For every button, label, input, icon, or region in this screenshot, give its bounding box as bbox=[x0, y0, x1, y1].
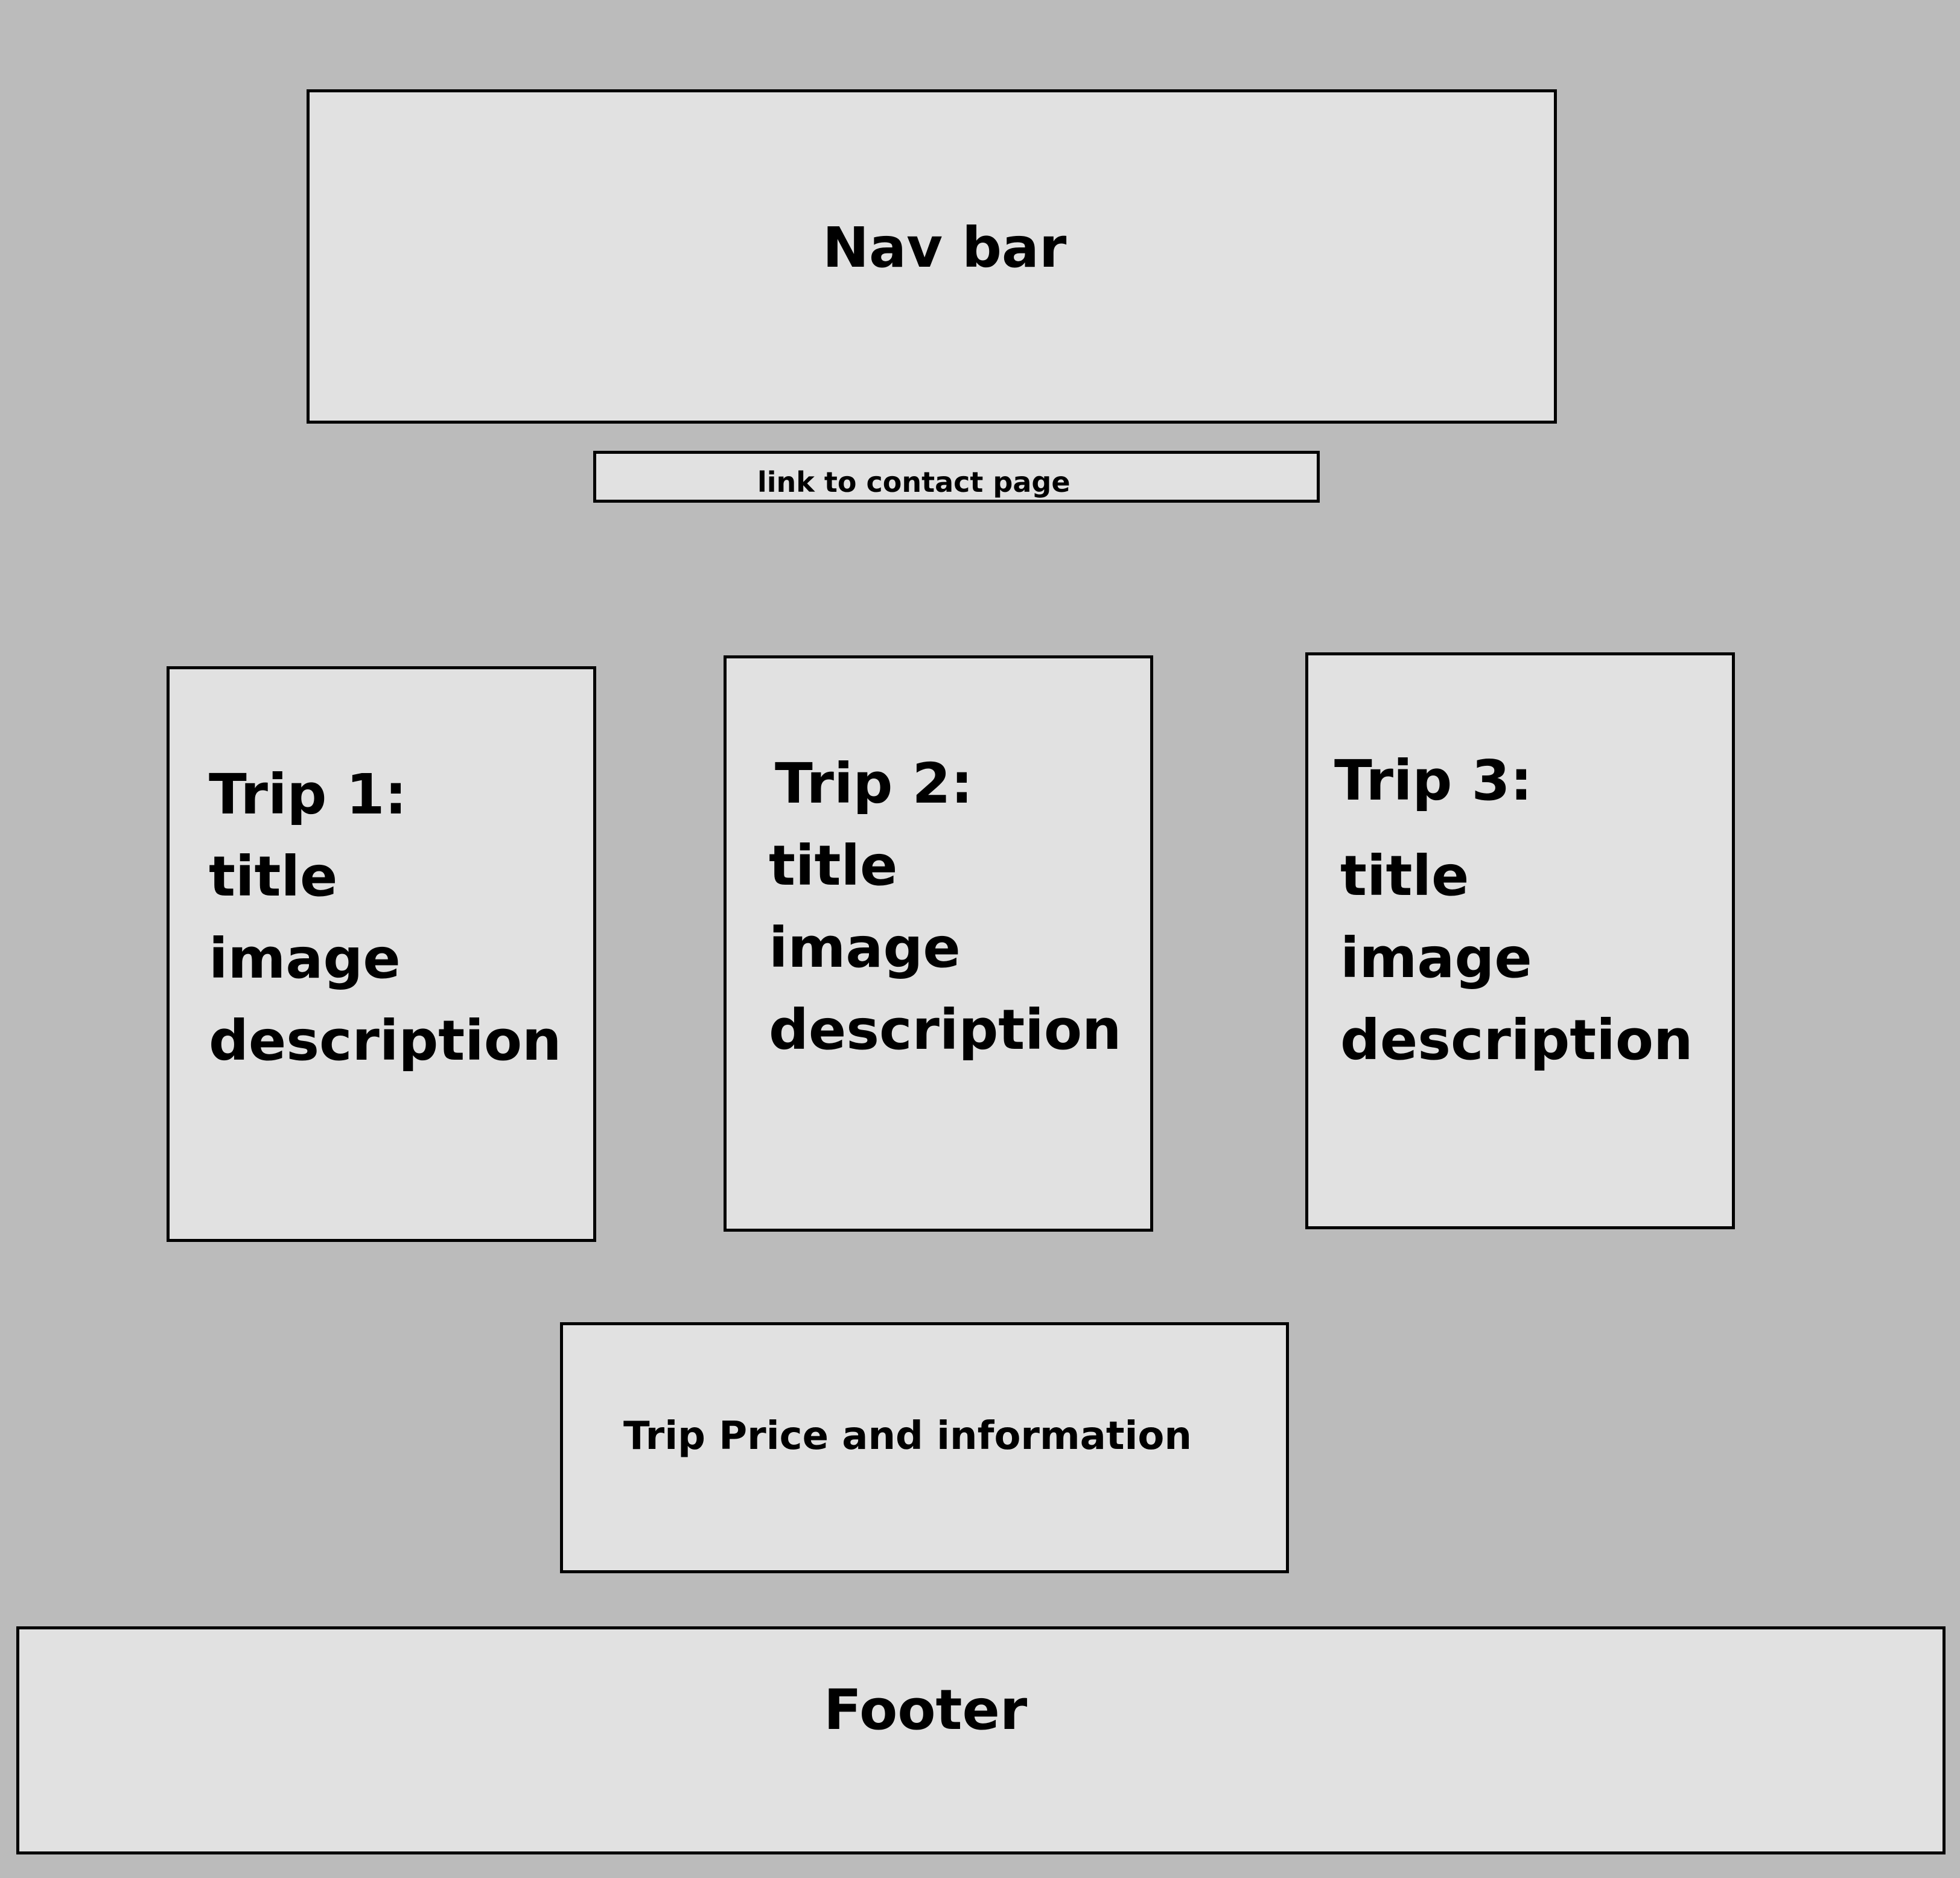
trip-card-1: Trip 1: title image description bbox=[167, 666, 596, 1242]
trip-2-description: description bbox=[769, 998, 1122, 1062]
footer-box: Footer bbox=[16, 1626, 1946, 1854]
trip-1-heading: Trip 1: bbox=[209, 762, 407, 827]
trip-1-image: image bbox=[209, 926, 401, 991]
trip-3-description: description bbox=[1340, 1008, 1693, 1072]
trip-2-image: image bbox=[769, 915, 961, 980]
trip-3-heading: Trip 3: bbox=[1334, 748, 1533, 813]
trip-1-title: title bbox=[209, 844, 338, 909]
contact-link-box[interactable]: link to contact page bbox=[593, 451, 1320, 503]
trip-price-label: Trip Price and information bbox=[623, 1414, 1192, 1459]
nav-bar-label: Nav bar bbox=[822, 215, 1067, 280]
trip-1-description: description bbox=[209, 1008, 562, 1073]
footer-label: Footer bbox=[824, 1678, 1028, 1742]
trip-2-title: title bbox=[769, 833, 898, 898]
trip-card-1-text: Trip 1: title image description bbox=[209, 754, 562, 1082]
trip-card-2: Trip 2: title image description bbox=[724, 655, 1153, 1232]
trip-2-heading: Trip 2: bbox=[775, 751, 973, 816]
trip-price-box: Trip Price and information bbox=[560, 1322, 1289, 1573]
trip-card-3: Trip 3: title image description bbox=[1305, 652, 1735, 1229]
trip-3-image: image bbox=[1340, 926, 1532, 990]
trip-card-2-text: Trip 2: title image description bbox=[769, 743, 1122, 1071]
nav-bar-box: Nav bar bbox=[307, 89, 1557, 424]
contact-link-label[interactable]: link to contact page bbox=[757, 468, 1071, 496]
trip-3-title: title bbox=[1340, 844, 1469, 908]
trip-card-3-text: Trip 3: title image description bbox=[1334, 740, 1693, 1081]
